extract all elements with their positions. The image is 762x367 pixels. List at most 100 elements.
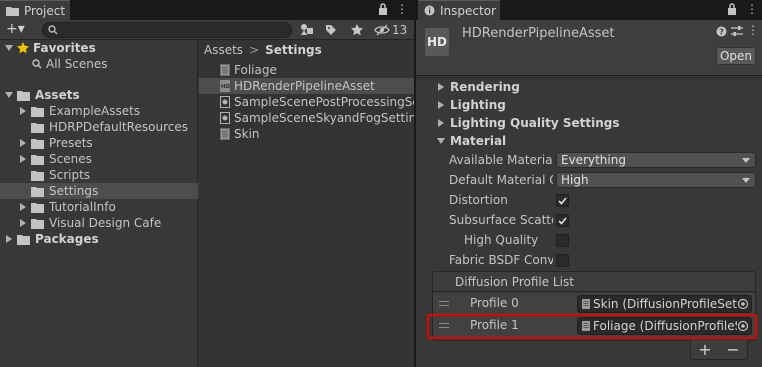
search-input[interactable]	[42, 22, 292, 38]
search-icon	[32, 59, 42, 69]
available-material-label: Available Material	[449, 153, 553, 167]
breadcrumb: Assets > Settings	[199, 40, 414, 60]
chevron-right-icon[interactable]	[18, 202, 28, 212]
folder-icon	[31, 186, 44, 197]
file-item-skin[interactable]: Skin	[199, 126, 414, 142]
folder-icon	[31, 122, 44, 133]
chevron-down-icon[interactable]	[4, 43, 14, 53]
project-tab-label: Project	[24, 3, 66, 18]
chevron-right-icon[interactable]	[18, 106, 28, 116]
subsurface-scattering-label: Subsurface Scattering	[449, 213, 553, 227]
hd-asset-icon: HD	[425, 28, 449, 56]
tree-item-scripts[interactable]: Scripts	[0, 167, 198, 183]
header-separator	[416, 77, 762, 78]
preset-sliders-icon[interactable]	[731, 26, 743, 37]
checkmark-icon	[558, 216, 567, 225]
favorites-row[interactable]: Favorites	[0, 40, 198, 56]
high-quality-checkbox[interactable]	[556, 234, 569, 247]
checkmark-icon	[558, 196, 567, 205]
chevron-right-icon[interactable]	[4, 234, 14, 244]
breadcrumb-settings[interactable]: Settings	[265, 43, 322, 57]
tree-item-scenes[interactable]: Scenes	[0, 151, 198, 167]
more-menu-icon[interactable]: ⋮	[747, 23, 759, 37]
star-icon	[17, 42, 29, 54]
file-item-postprocessing[interactable]: SampleScenePostProcessingSettings	[199, 94, 414, 110]
default-material-quality-label: Default Material Quality	[449, 173, 553, 187]
open-button[interactable]: Open	[716, 47, 756, 65]
label-tag-icon[interactable]	[322, 22, 340, 38]
section-lighting[interactable]: Lighting	[436, 97, 506, 113]
tree-item-visual-design-cafe[interactable]: Visual Design Cafe	[0, 215, 198, 231]
chevron-down-icon[interactable]	[4, 90, 14, 100]
search-icon	[48, 25, 58, 35]
hidden-count: 13	[392, 23, 408, 37]
chevron-right-icon[interactable]	[18, 154, 28, 164]
breadcrumb-separator: >	[249, 43, 260, 57]
tree-item-hdrpdefaultresources[interactable]: HDRPDefaultResources	[0, 119, 198, 135]
inspector-info-icon	[424, 5, 435, 16]
drag-handle-icon[interactable]	[439, 301, 449, 306]
add-item-button[interactable]: +	[698, 340, 711, 359]
file-item-foliage[interactable]: Foliage	[199, 62, 414, 78]
lock-icon[interactable]	[727, 3, 737, 15]
file-item-skyandfog[interactable]: SampleSceneSkyandFogSettings	[199, 110, 414, 126]
more-menu-icon[interactable]: ⋮	[396, 2, 408, 16]
tree-item-all-scenes[interactable]: All Scenes	[0, 56, 198, 72]
chevron-right-icon	[436, 82, 446, 92]
create-button[interactable]: +▾	[6, 21, 25, 37]
hidden-packages-toggle[interactable]: 13	[374, 23, 407, 37]
chevron-right-icon	[436, 100, 446, 110]
tree-item-settings[interactable]: Settings	[0, 183, 198, 199]
volume-profile-icon	[220, 96, 230, 108]
distortion-checkbox[interactable]	[556, 194, 569, 207]
fabric-bsdf-label: Fabric BSDF Convolution	[449, 253, 553, 267]
chevron-right-icon[interactable]	[18, 138, 28, 148]
inspector-tab-label: Inspector	[440, 3, 496, 18]
folder-icon	[31, 154, 44, 165]
distortion-label: Distortion	[449, 193, 508, 207]
section-rendering[interactable]: Rendering	[436, 79, 520, 95]
folder-icon	[31, 218, 44, 229]
assets-label: Assets	[35, 88, 80, 102]
object-picker-icon[interactable]	[737, 298, 749, 310]
available-material-dropdown[interactable]: Everything	[556, 152, 756, 168]
breadcrumb-assets[interactable]: Assets	[204, 43, 243, 57]
diffusion-profile-row-0[interactable]: Profile 0 Skin (DiffusionProfileSettings…	[433, 293, 755, 315]
packages-row[interactable]: Packages	[0, 231, 198, 247]
default-material-quality-dropdown[interactable]: High	[556, 172, 756, 188]
profile-0-label: Profile 0	[470, 296, 519, 310]
highlight-box	[427, 314, 757, 339]
inspector-tab[interactable]: Inspector	[418, 0, 500, 20]
folder-icon	[31, 138, 44, 149]
chevron-down-icon	[742, 158, 750, 163]
fabric-bsdf-checkbox[interactable]	[556, 254, 569, 267]
remove-item-button[interactable]: −	[726, 340, 739, 359]
more-menu-icon[interactable]: ⋮	[746, 2, 758, 16]
section-lighting-quality[interactable]: Lighting Quality Settings	[436, 115, 620, 131]
tree-item-tutorialinfo[interactable]: TutorialInfo	[0, 199, 198, 215]
folder-tree: Favorites All Scenes Assets ExampleAsset…	[0, 40, 198, 367]
project-tab[interactable]: Project	[0, 0, 70, 20]
chevron-down-icon	[742, 178, 750, 183]
favorite-star-icon[interactable]	[348, 22, 366, 38]
chevron-down-icon	[436, 136, 446, 146]
lock-icon[interactable]	[378, 3, 388, 15]
svg-text:HD: HD	[221, 84, 230, 90]
folder-open-icon	[17, 90, 30, 101]
chevron-right-icon[interactable]	[18, 218, 28, 228]
hd-asset-icon: HD	[220, 80, 230, 92]
favorites-label: Favorites	[33, 41, 96, 55]
search-by-type-icon[interactable]	[298, 22, 316, 38]
eye-slash-icon	[374, 24, 390, 36]
tree-item-presets[interactable]: Presets	[0, 135, 198, 151]
subsurface-scattering-checkbox[interactable]	[556, 214, 569, 227]
tree-item-exampleassets[interactable]: ExampleAssets	[0, 103, 198, 119]
profile-0-object-field[interactable]: Skin (DiffusionProfileSettings)	[577, 295, 752, 313]
diffusion-profile-list-header: Diffusion Profile List	[433, 272, 755, 292]
chevron-right-icon	[436, 118, 446, 128]
assets-row[interactable]: Assets	[0, 87, 198, 103]
help-icon[interactable]: ?	[716, 26, 727, 37]
file-item-hdrenderpipelineasset[interactable]: HD HDRenderPipelineAsset	[199, 78, 414, 94]
packages-label: Packages	[35, 232, 99, 246]
section-material[interactable]: Material	[436, 133, 506, 149]
